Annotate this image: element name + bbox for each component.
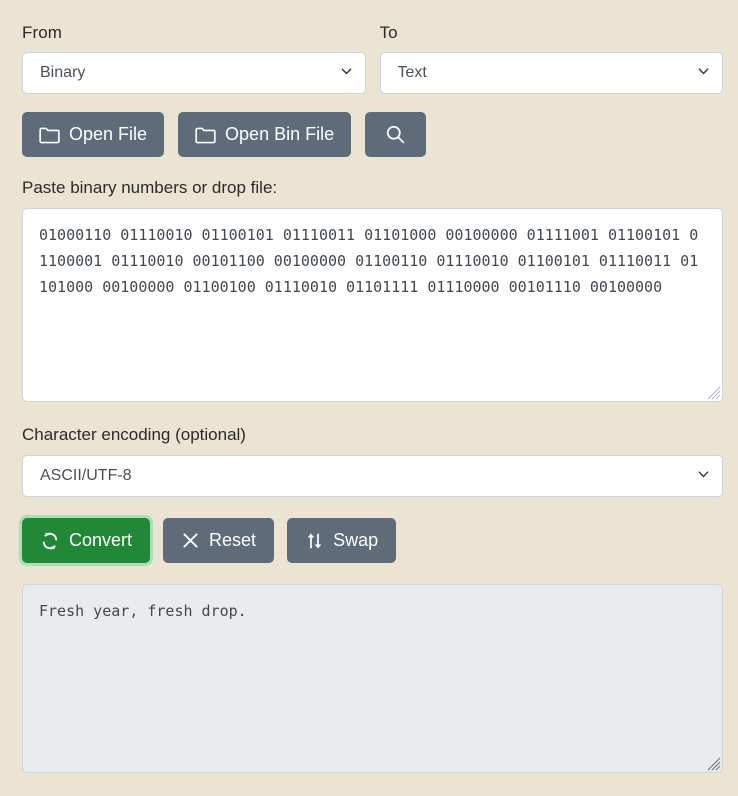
to-label: To	[380, 22, 724, 44]
close-icon	[181, 531, 200, 550]
convert-button[interactable]: Convert	[22, 518, 150, 563]
encoding-select[interactable]: ASCII/UTF-8	[22, 455, 723, 497]
reset-button[interactable]: Reset	[163, 518, 274, 563]
chevron-down-icon	[341, 66, 352, 77]
encoding-label: Character encoding (optional)	[22, 424, 723, 446]
encoding-select-value: ASCII/UTF-8	[40, 467, 132, 485]
to-select-value: Text	[398, 64, 427, 82]
input-area-label: Paste binary numbers or drop file:	[22, 177, 723, 199]
to-select[interactable]: Text	[380, 52, 724, 94]
swap-vertical-icon	[305, 531, 324, 551]
from-field-group: From Binary	[22, 22, 366, 94]
input-textarea-wrapper: 01000110 01110010 01100101 01110011 0110…	[22, 208, 723, 402]
chevron-down-icon	[698, 66, 709, 77]
open-file-label: Open File	[69, 124, 147, 145]
from-select[interactable]: Binary	[22, 52, 366, 94]
text-output-textarea[interactable]: Fresh year, fresh drop.	[22, 584, 723, 773]
reset-label: Reset	[209, 530, 256, 551]
to-field-group: To Text	[380, 22, 724, 94]
open-bin-file-label: Open Bin File	[225, 124, 334, 145]
file-actions-row: Open File Open Bin File	[22, 112, 723, 157]
action-buttons-row: Convert Reset Swap	[22, 518, 723, 563]
open-bin-file-button[interactable]: Open Bin File	[178, 112, 351, 157]
output-textarea-wrapper: Fresh year, fresh drop.	[22, 584, 723, 773]
swap-label: Swap	[333, 530, 378, 551]
binary-input-textarea[interactable]: 01000110 01110010 01100101 01110011 0110…	[22, 208, 723, 402]
binary-to-text-converter: From Binary To Text Open File	[0, 0, 738, 796]
convert-label: Convert	[69, 530, 132, 551]
encoding-field-group: Character encoding (optional) ASCII/UTF-…	[22, 424, 723, 497]
folder-icon	[39, 126, 60, 144]
conversion-direction-row: From Binary To Text	[22, 22, 723, 94]
chevron-down-icon	[698, 469, 709, 480]
from-select-value: Binary	[40, 64, 85, 82]
open-file-button[interactable]: Open File	[22, 112, 164, 157]
swap-button[interactable]: Swap	[287, 518, 396, 563]
from-label: From	[22, 22, 366, 44]
search-icon	[385, 124, 406, 145]
folder-icon	[195, 126, 216, 144]
search-button[interactable]	[365, 112, 426, 157]
refresh-icon	[40, 531, 60, 551]
